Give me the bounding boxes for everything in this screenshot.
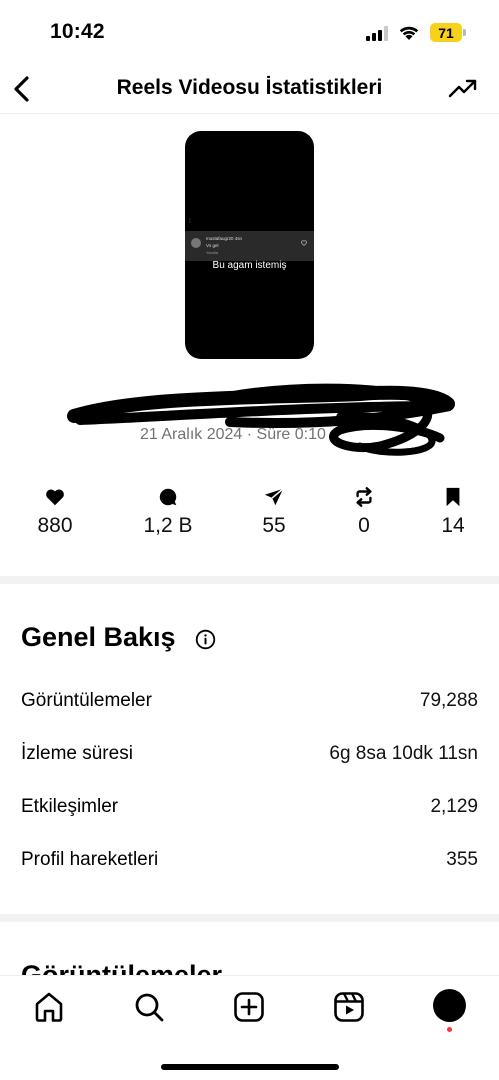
header: Reels Videosu İstatistikleri	[0, 66, 499, 114]
stat-saves: 14	[418, 486, 488, 538]
reel-comment-reply: Yanıtla	[206, 250, 219, 255]
stat-comments: 1,2 B	[133, 486, 203, 538]
metric-row-interactions[interactable]: Etkileşimler 2,129	[21, 792, 478, 822]
heart-icon	[46, 489, 64, 506]
post-date: 21 Aralık 2024 · Süre 0:10	[140, 426, 326, 443]
home-indicator	[161, 1064, 339, 1070]
stat-value: 1,2 B	[143, 514, 193, 537]
battery-tip	[463, 29, 466, 36]
engagement-stats: 880 1,2 B 55 0 14	[0, 486, 499, 546]
reel-menu-icon: ⁞	[189, 219, 191, 225]
metric-row-views[interactable]: Görüntülemeler 79,288	[21, 686, 478, 716]
metric-value: 79,288	[419, 690, 478, 711]
tab-reels[interactable]	[332, 990, 366, 1024]
search-icon	[135, 993, 164, 1022]
metric-label: Profil hareketleri	[21, 849, 159, 870]
tab-search[interactable]	[132, 990, 166, 1024]
metric-label: İzleme süresi	[21, 743, 133, 764]
metric-value: 6g 8sa 10dk 11sn	[329, 743, 478, 764]
metric-row-watch-time[interactable]: İzleme süresi 6g 8sa 10dk 11sn	[21, 739, 478, 769]
info-icon[interactable]	[195, 629, 216, 650]
page-title: Reels Videosu İstatistikleri	[116, 76, 383, 99]
comment-icon	[159, 488, 177, 506]
repost-icon	[356, 487, 372, 507]
stat-shares: 55	[239, 486, 309, 538]
views-section-title: Görüntülemeler	[21, 960, 223, 976]
wifi-icon	[399, 26, 419, 40]
redaction-scribble	[67, 383, 455, 456]
section-divider	[0, 576, 499, 584]
reel-thumbnail[interactable]: ⁞ mustafaugr20 4sn Vs gel Yanıtla Bu aga…	[185, 131, 314, 359]
bottom-tab-bar	[0, 975, 499, 1080]
stat-reposts: 0	[329, 486, 399, 538]
metric-row-profile-activity[interactable]: Profil hareketleri 355	[21, 845, 478, 875]
cellular-signal-icon	[366, 26, 388, 41]
metric-label: Etkileşimler	[21, 796, 119, 817]
reels-icon	[334, 992, 364, 1022]
battery-indicator: 71	[430, 23, 466, 42]
create-icon	[234, 992, 264, 1022]
notification-dot	[447, 1027, 452, 1032]
status-bar: 10:42 71	[0, 0, 499, 66]
stat-value: 14	[441, 514, 465, 537]
avatar	[191, 238, 201, 248]
battery-level: 71	[430, 23, 462, 42]
reel-caption: Bu agam istemiş	[212, 260, 287, 271]
metric-value: 355	[446, 849, 478, 870]
section-divider	[0, 914, 499, 922]
stat-likes: 880	[20, 486, 90, 538]
reel-comment-overlay: mustafaugr20 4sn Vs gel Yanıtla	[185, 231, 314, 261]
stat-value: 880	[37, 514, 73, 537]
stat-value: 55	[262, 514, 286, 537]
heart-outline-icon	[301, 240, 307, 246]
bookmark-icon	[446, 487, 460, 507]
tab-profile-avatar[interactable]	[433, 989, 466, 1022]
metric-label: Görüntülemeler	[21, 690, 152, 711]
home-icon	[35, 992, 63, 1022]
trending-up-icon[interactable]	[448, 76, 478, 102]
overview-title: Genel Bakış	[21, 622, 176, 652]
tab-create[interactable]	[232, 990, 266, 1024]
reel-comment-text: Vs gel	[206, 243, 219, 248]
tab-home[interactable]	[32, 990, 66, 1024]
reel-comment-username: mustafaugr20 4sn	[206, 236, 243, 241]
stat-value: 0	[358, 514, 370, 537]
status-time: 10:42	[50, 20, 105, 43]
share-icon	[264, 488, 284, 506]
metric-value: 2,129	[430, 796, 478, 817]
